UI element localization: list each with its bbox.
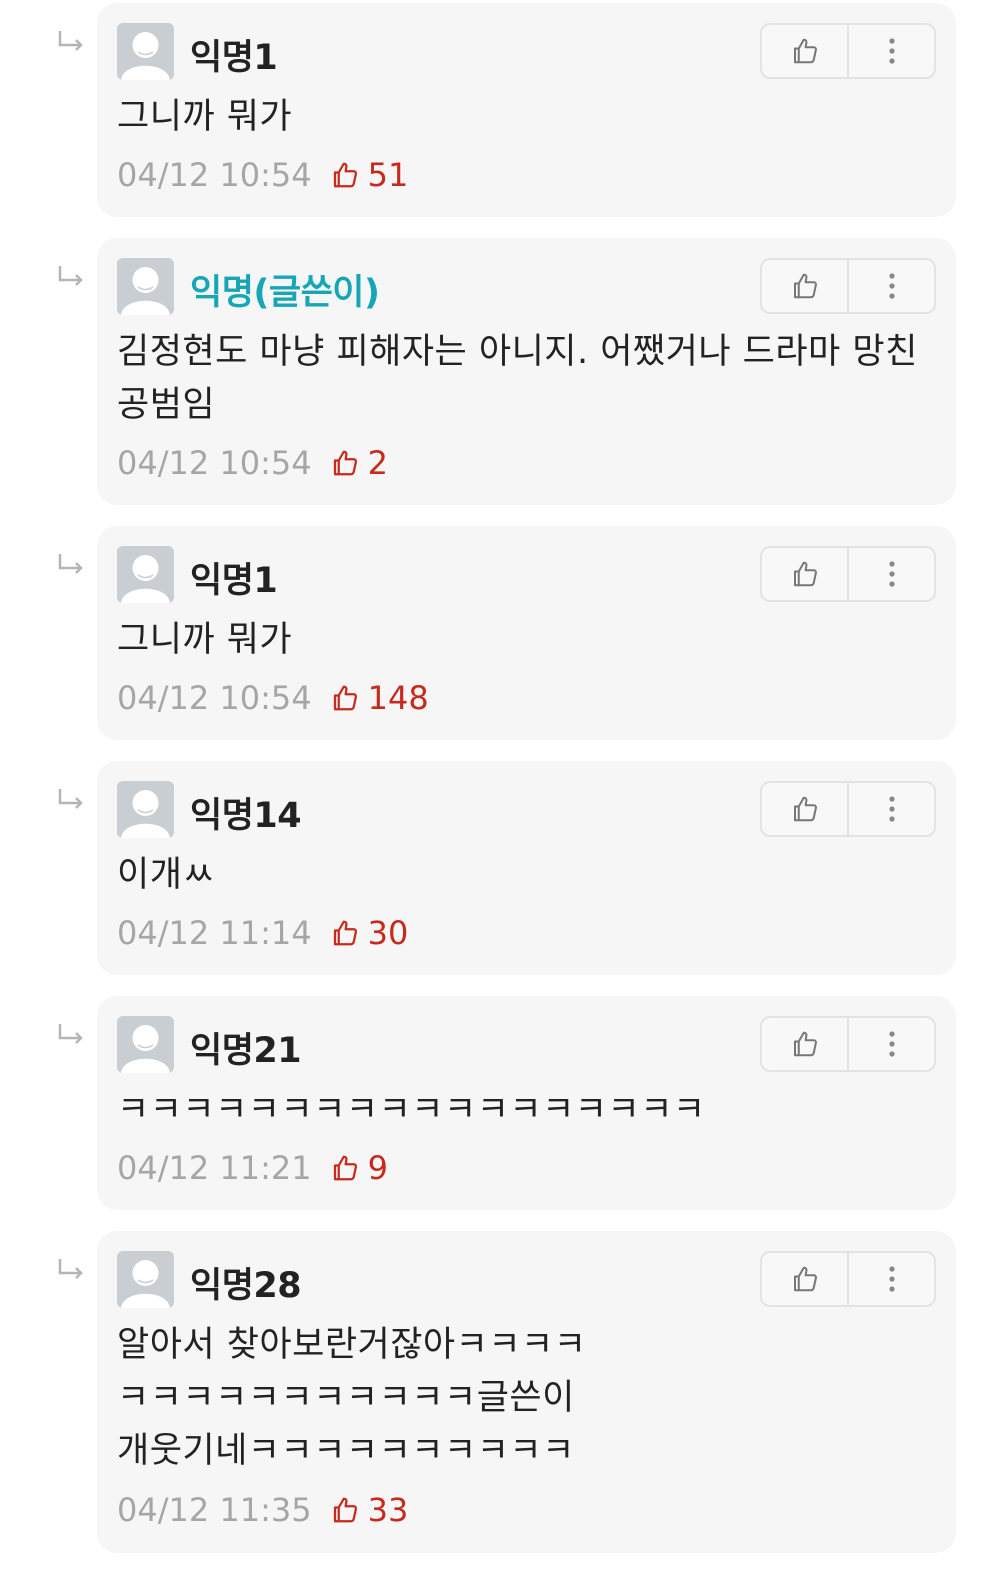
comment-meta: 04/12 10:54 2 xyxy=(117,443,388,483)
comment-actions xyxy=(760,546,936,602)
comment-text: 김정현도 마냥 피해자는 아니지. 어쨌거나 드라마 망친 공범임 xyxy=(117,332,918,425)
thumbs-up-icon xyxy=(793,38,817,64)
vote-count-display: 148 xyxy=(330,679,429,717)
comment-time: 04/12 10:54 xyxy=(117,444,312,482)
default-avatar-icon xyxy=(117,1016,174,1073)
thumbs-up-icon xyxy=(333,685,357,711)
comment-actions xyxy=(760,1251,936,1307)
comment-time: 04/12 11:21 xyxy=(117,1149,312,1187)
default-avatar-icon xyxy=(117,23,174,80)
comment-meta: 04/12 10:54 148 xyxy=(117,678,429,718)
comment-actions xyxy=(760,781,936,837)
reply-arrow-icon xyxy=(56,29,86,55)
more-vertical-icon xyxy=(888,561,895,587)
comment-actions xyxy=(760,23,936,79)
more-options-button[interactable] xyxy=(849,783,934,835)
like-button[interactable] xyxy=(762,25,849,77)
like-button[interactable] xyxy=(762,548,849,600)
comment-text: 이개ㅆ xyxy=(117,855,216,895)
more-vertical-icon xyxy=(888,1266,895,1292)
thumbs-up-icon xyxy=(333,162,357,188)
thumbs-up-icon xyxy=(333,920,357,946)
thumbs-up-icon xyxy=(333,1497,357,1523)
comment-card: 익명14 이개ㅆ 04/12 11:14 30 xyxy=(97,761,956,975)
reply-arrow-icon xyxy=(56,552,86,578)
thumbs-up-icon xyxy=(793,1031,817,1057)
reply-arrow-icon xyxy=(56,787,86,813)
default-avatar-icon xyxy=(117,1251,174,1308)
comment-meta: 04/12 11:35 33 xyxy=(117,1490,408,1530)
vote-count-display: 30 xyxy=(330,914,409,952)
more-vertical-icon xyxy=(888,796,895,822)
comment-meta: 04/12 11:14 30 xyxy=(117,913,408,953)
comment-card: 익명28 알아서 찾아보란거잖아ㅋㅋㅋㅋ ㅋㅋㅋㅋㅋㅋㅋㅋㅋㅋㅋ글쓴이 개웃기네… xyxy=(97,1231,956,1553)
default-avatar-icon xyxy=(117,781,174,838)
comment-time: 04/12 10:54 xyxy=(117,156,312,194)
vote-count: 9 xyxy=(367,1149,388,1187)
comment-actions xyxy=(760,1016,936,1072)
thumbs-up-icon xyxy=(333,450,357,476)
vote-count-display: 51 xyxy=(330,156,409,194)
like-button[interactable] xyxy=(762,260,849,312)
more-options-button[interactable] xyxy=(849,1018,934,1070)
comment-time: 04/12 10:54 xyxy=(117,679,312,717)
comment-text: 그니까 뭐가 xyxy=(117,97,293,137)
comment-card: 익명(글쓴이) 김정현도 마냥 피해자는 아니지. 어쨌거나 드라마 망친 공범… xyxy=(97,238,956,505)
comment-author: 익명1 xyxy=(190,38,278,78)
vote-count-display: 33 xyxy=(330,1491,409,1529)
comment-card: 익명1 그니까 뭐가 04/12 10:54 51 xyxy=(97,3,956,217)
vote-count-display: 9 xyxy=(330,1149,388,1187)
like-button[interactable] xyxy=(762,783,849,835)
comment-author: 익명14 xyxy=(190,796,302,836)
more-vertical-icon xyxy=(888,1031,895,1057)
more-options-button[interactable] xyxy=(849,260,934,312)
thumbs-up-icon xyxy=(793,561,817,587)
comment-card: 익명21 ㅋㅋㅋㅋㅋㅋㅋㅋㅋㅋㅋㅋㅋㅋㅋㅋㅋㅋ 04/12 11:21 9 xyxy=(97,996,956,1210)
comment-author-writer: 익명(글쓴이) xyxy=(190,273,380,313)
default-avatar-icon xyxy=(117,546,174,603)
comment-text: 그니까 뭐가 xyxy=(117,620,293,660)
more-options-button[interactable] xyxy=(849,25,934,77)
thumbs-up-icon xyxy=(333,1155,357,1181)
more-options-button[interactable] xyxy=(849,1253,934,1305)
thumbs-up-icon xyxy=(793,273,817,299)
like-button[interactable] xyxy=(762,1018,849,1070)
vote-count: 148 xyxy=(367,679,429,717)
vote-count-display: 2 xyxy=(330,444,388,482)
like-button[interactable] xyxy=(762,1253,849,1305)
thumbs-up-icon xyxy=(793,796,817,822)
reply-arrow-icon xyxy=(56,264,86,290)
vote-count: 33 xyxy=(367,1491,409,1529)
comment-time: 04/12 11:35 xyxy=(117,1491,312,1529)
thumbs-up-icon xyxy=(793,1266,817,1292)
vote-count: 51 xyxy=(367,156,409,194)
comment-text: ㅋㅋㅋㅋㅋㅋㅋㅋㅋㅋㅋㅋㅋㅋㅋㅋㅋㅋ xyxy=(117,1090,706,1130)
comment-author: 익명1 xyxy=(190,561,278,601)
more-vertical-icon xyxy=(888,38,895,64)
comment-time: 04/12 11:14 xyxy=(117,914,312,952)
vote-count: 30 xyxy=(367,914,409,952)
reply-arrow-icon xyxy=(56,1257,86,1283)
vote-count: 2 xyxy=(367,444,388,482)
more-vertical-icon xyxy=(888,273,895,299)
comment-author: 익명21 xyxy=(190,1031,302,1071)
more-options-button[interactable] xyxy=(849,548,934,600)
comment-meta: 04/12 10:54 51 xyxy=(117,155,408,195)
comment-author: 익명28 xyxy=(190,1266,302,1306)
comment-meta: 04/12 11:21 9 xyxy=(117,1148,388,1188)
default-avatar-icon xyxy=(117,258,174,315)
comment-actions xyxy=(760,258,936,314)
comment-text: 알아서 찾아보란거잖아ㅋㅋㅋㅋ ㅋㅋㅋㅋㅋㅋㅋㅋㅋㅋㅋ글쓴이 개웃기네ㅋㅋㅋㅋㅋ… xyxy=(117,1325,587,1471)
reply-arrow-icon xyxy=(56,1022,86,1048)
comment-card: 익명1 그니까 뭐가 04/12 10:54 148 xyxy=(97,526,956,740)
